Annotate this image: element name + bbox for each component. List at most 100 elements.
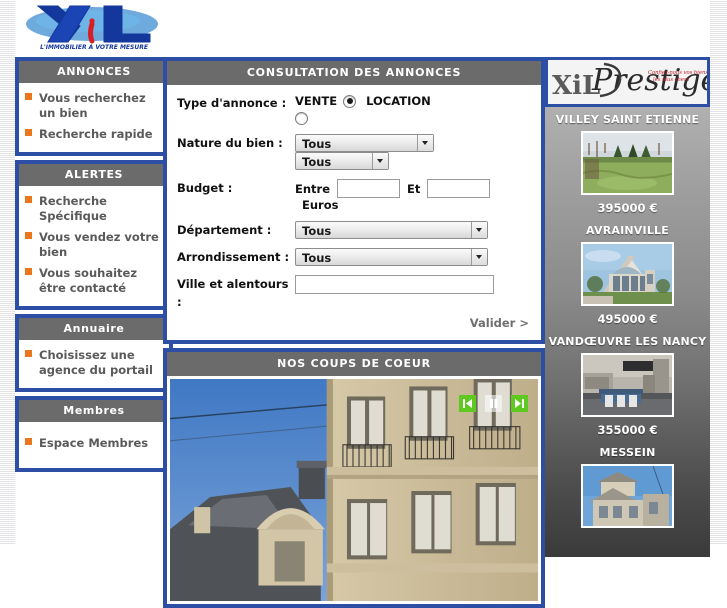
sidebar-item-recherche-rapide[interactable]: Recherche rapide: [25, 124, 163, 145]
skip-forward-icon: [515, 399, 524, 408]
sidebar-item-label: Espace Membres: [39, 436, 149, 450]
property-price: 355000 €: [597, 423, 658, 437]
sidebar-section-title: ALERTES: [19, 164, 169, 186]
prestige-banner-frame: XiL Prestige Confiez-nous vos biens les …: [545, 57, 710, 107]
sidebar-item-vous-recherchez-un-bien[interactable]: Vous recherchez un bien: [25, 88, 163, 124]
carousel-prev-button[interactable]: [459, 395, 476, 412]
sidebar-item-label: Choisissez une agence du portail: [39, 348, 153, 377]
bullet-icon: [25, 129, 32, 136]
page-container: L'IMMOBILIER A VOTRE MESURE ANNONCES Vou…: [15, 0, 710, 608]
sidebar-item-vous-vendez-votre-bien[interactable]: Vous vendez votre bien: [25, 227, 163, 263]
sidebar-section-title: Membres: [19, 400, 169, 422]
ville-label: Ville et alentours :: [177, 277, 289, 309]
nature-bien-select-1-wrap: Tous: [295, 134, 434, 152]
featured-properties-list: VILLEY SAINT ETIENNE 395000 € AVRAINVILL…: [545, 107, 710, 557]
sidebar-section-body: Recherche Spécifique Vous vendez votre b…: [19, 186, 169, 306]
property-price: 495000 €: [597, 312, 658, 326]
type-annonce-label: Type d'annonce :: [177, 96, 287, 110]
departement-select[interactable]: Tous: [295, 221, 488, 239]
departement-select-wrap: Tous: [295, 221, 488, 239]
bullet-icon: [25, 196, 32, 203]
carousel-pause-button[interactable]: [485, 395, 502, 412]
sidebar-item-choisissez-une-agence[interactable]: Choisissez une agence du portail: [25, 345, 163, 381]
property-thumbnail[interactable]: [581, 353, 674, 417]
radio-label-vente: VENTE: [295, 94, 338, 108]
page-edge-texture-left: [0, 0, 15, 545]
property-price: 395000 €: [597, 201, 658, 215]
carousel-image[interactable]: [170, 379, 538, 601]
bullet-icon: [25, 268, 32, 275]
sidebar-item-espace-membres[interactable]: Espace Membres: [25, 433, 163, 454]
search-panel-title: CONSULTATION DES ANNONCES: [167, 61, 541, 85]
page-edge-texture-right: [710, 0, 727, 545]
valider-button[interactable]: Valider >: [177, 314, 531, 334]
site-logo[interactable]: L'IMMOBILIER A VOTRE MESURE: [18, 2, 173, 55]
featured-property-item[interactable]: MESSEIN: [545, 446, 710, 528]
sidebar-section-annonces: ANNONCES Vous recherchez un bien Recherc…: [15, 57, 173, 156]
sidebar-item-label: Vous souhaitez être contacté: [39, 266, 138, 295]
featured-property-item[interactable]: AVRAINVILLE 495000 €: [545, 224, 710, 326]
sidebar-item-label: Vous vendez votre bien: [39, 230, 159, 259]
property-city: VANDŒUVRE LES NANCY: [548, 335, 707, 348]
sidebar-item-label: Recherche rapide: [39, 127, 153, 141]
departement-label: Département :: [177, 223, 272, 237]
bullet-icon: [25, 438, 32, 445]
featured-property-item[interactable]: VANDŒUVRE LES NANCY 355000 €: [545, 335, 710, 437]
skip-back-icon: [463, 399, 472, 408]
budget-to-label: Et: [407, 181, 421, 196]
nature-bien-label: Nature du bien :: [177, 136, 283, 150]
property-thumbnail[interactable]: [581, 131, 674, 195]
budget-label: Budget :: [177, 181, 233, 195]
sidebar-section-title: Annuaire: [19, 318, 169, 340]
bullet-icon: [25, 93, 32, 100]
bullet-icon: [25, 232, 32, 239]
coups-de-coeur-panel: NOS COUPS DE COEUR: [163, 348, 545, 608]
sidebar-section-body: Vous recherchez un bien Recherche rapide: [19, 83, 169, 152]
sidebar-section-membres: Membres Espace Membres: [15, 396, 173, 472]
radio-vente[interactable]: [343, 94, 357, 108]
prestige-word-text: Prestige: [591, 63, 707, 98]
bullet-icon: [25, 350, 32, 357]
form-row-ville: Ville et alentours :: [177, 275, 531, 311]
budget-unit-label: Euros: [302, 198, 339, 212]
coups-de-coeur-title: NOS COUPS DE COEUR: [167, 352, 541, 376]
sidebar: ANNONCES Vous recherchez un bien Recherc…: [15, 57, 173, 476]
site-header: L'IMMOBILIER A VOTRE MESURE: [15, 0, 710, 57]
arrondissement-select[interactable]: Tous: [295, 248, 488, 266]
form-row-budget: Budget : Entre Et Euros: [177, 179, 531, 212]
prestige-banner[interactable]: XiL Prestige Confiez-nous vos biens les …: [548, 60, 707, 104]
logo-tagline-text: L'IMMOBILIER A VOTRE MESURE: [40, 44, 149, 51]
sidebar-section-body: Espace Membres: [19, 422, 169, 468]
carousel-controls: [459, 395, 528, 412]
right-column: XiL Prestige Confiez-nous vos biens les …: [545, 57, 710, 557]
arrondissement-select-wrap: Tous: [295, 248, 488, 266]
nature-bien-select-2-wrap: Tous: [295, 152, 389, 170]
property-thumbnail[interactable]: [581, 242, 674, 306]
sidebar-item-label: Recherche Spécifique: [39, 194, 107, 223]
ville-input[interactable]: [295, 275, 494, 294]
budget-from-input[interactable]: [337, 179, 401, 198]
budget-to-input[interactable]: [427, 179, 491, 198]
main-content: CONSULTATION DES ANNONCES Type d'annonce…: [163, 57, 545, 608]
carousel: [167, 376, 541, 604]
arrondissement-label: Arrondissement :: [177, 250, 290, 264]
sidebar-item-vous-souhaitez-etre-contacte[interactable]: Vous souhaitez être contacté: [25, 263, 163, 299]
sidebar-section-alertes: ALERTES Recherche Spécifique Vous vendez…: [15, 160, 173, 310]
property-city: AVRAINVILLE: [586, 224, 669, 237]
radio-location[interactable]: [295, 112, 308, 125]
property-thumbnail[interactable]: [581, 464, 674, 528]
form-row-type-annonce: Type d'annonce : VENTE LOCATION: [177, 94, 531, 125]
nature-bien-select-2[interactable]: Tous: [295, 152, 389, 170]
radio-label-location: LOCATION: [366, 94, 431, 108]
sidebar-section-body: Choisissez une agence du portail: [19, 340, 169, 388]
sidebar-item-recherche-specifique[interactable]: Recherche Spécifique: [25, 191, 163, 227]
search-form: Type d'annonce : VENTE LOCATION Nature d…: [167, 85, 541, 340]
form-row-departement: Département : Tous: [177, 221, 531, 239]
budget-from-label: Entre: [295, 181, 331, 196]
featured-property-item[interactable]: VILLEY SAINT ETIENNE 395000 €: [545, 113, 710, 215]
nature-bien-select-1[interactable]: Tous: [295, 134, 434, 152]
prestige-script-line-2: les plus chers: [653, 77, 689, 83]
form-row-arrondissement: Arrondissement : Tous: [177, 248, 531, 266]
property-city: MESSEIN: [599, 446, 656, 459]
carousel-next-button[interactable]: [511, 395, 528, 412]
